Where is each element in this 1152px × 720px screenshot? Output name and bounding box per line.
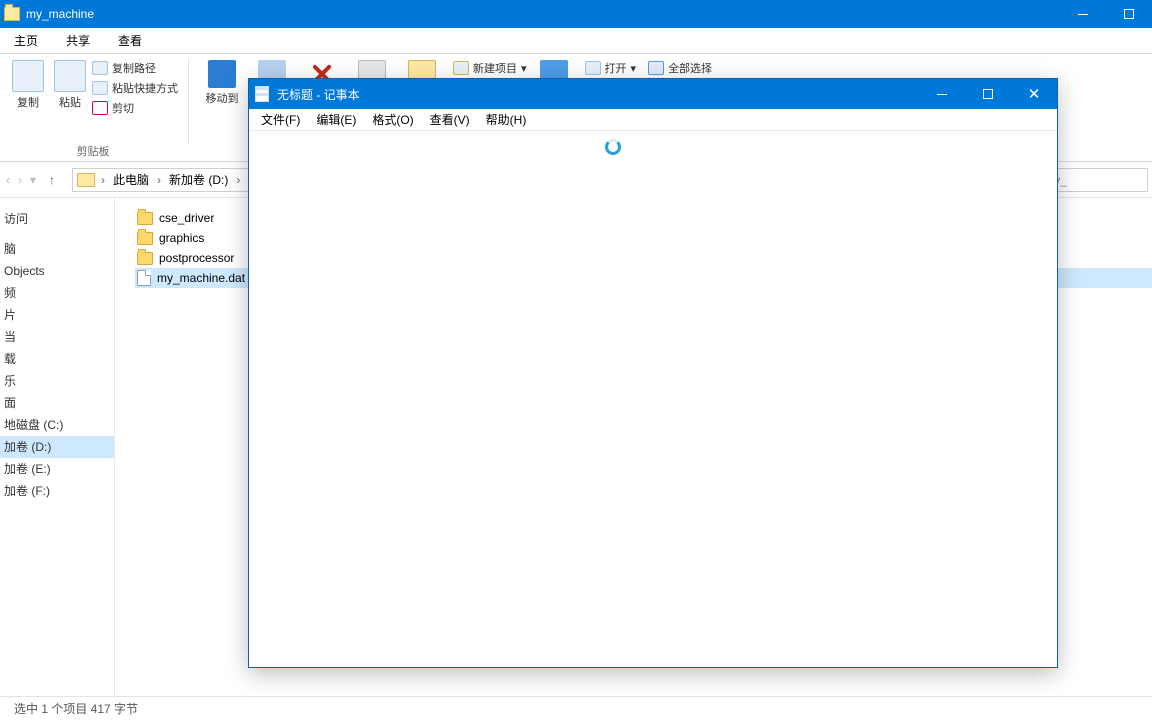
menu-view[interactable]: 查看(V) <box>422 109 478 130</box>
file-name-label: graphics <box>159 231 204 245</box>
explorer-titlebar[interactable]: my_machine <box>0 0 1152 28</box>
new-item-icon <box>453 61 469 75</box>
folder-icon <box>137 232 153 245</box>
ribbon-cut-button[interactable]: 剪切 <box>92 100 178 116</box>
sidebar-item[interactable]: 频 <box>0 282 114 304</box>
sidebar-item[interactable]: 加卷 (D:) <box>0 436 114 458</box>
status-text: 选中 1 个项目 417 字节 <box>14 700 138 717</box>
chevron-down-icon: ▾ <box>631 62 637 75</box>
nav-up-button[interactable]: ↑ <box>44 173 60 187</box>
notepad-titlebar[interactable]: 无标题 - 记事本 ✕ <box>249 79 1057 109</box>
explorer-statusbar: 选中 1 个项目 417 字节 <box>0 696 1152 720</box>
ribbon-select-all-button[interactable]: 全部选择 <box>648 60 712 76</box>
notepad-maximize-button[interactable] <box>965 79 1011 109</box>
notepad-menubar: 文件(F) 编辑(E) 格式(O) 查看(V) 帮助(H) <box>249 109 1057 131</box>
nav-recent-button[interactable]: ▾ <box>30 173 36 187</box>
explorer-minimize-button[interactable] <box>1060 0 1106 28</box>
paste-icon <box>54 60 86 92</box>
chevron-right-icon: › <box>155 173 163 187</box>
ribbon-tab-home[interactable]: 主页 <box>0 28 52 53</box>
sidebar-item[interactable]: 加卷 (E:) <box>0 458 114 480</box>
breadcrumb-segment[interactable]: 此电脑 <box>109 171 153 188</box>
ribbon-paste-button[interactable]: 粘贴 <box>50 58 90 116</box>
path-icon <box>92 61 108 75</box>
folder-icon <box>137 212 153 225</box>
sidebar-item[interactable]: 面 <box>0 392 114 414</box>
sidebar-item[interactable]: 地磁盘 (C:) <box>0 414 114 436</box>
explorer-window-buttons <box>1060 0 1152 28</box>
chevron-down-icon: ▾ <box>521 62 527 75</box>
explorer-maximize-button[interactable] <box>1106 0 1152 28</box>
ribbon-paste-shortcut-button[interactable]: 粘贴快捷方式 <box>92 80 178 96</box>
file-name-label: cse_driver <box>159 211 214 225</box>
folder-icon <box>137 252 153 265</box>
sidebar-item[interactable]: 加卷 (F:) <box>0 480 114 502</box>
ribbon-tab-view[interactable]: 查看 <box>104 28 156 53</box>
ribbon-open-button[interactable]: 打开 ▾ <box>585 60 637 76</box>
breadcrumb-segment[interactable]: 新加卷 (D:) <box>165 171 232 188</box>
sidebar-item[interactable]: 乐 <box>0 370 114 392</box>
explorer-sidebar[interactable]: 访问脑Objects频片当载乐面地磁盘 (C:)加卷 (D:)加卷 (E:)加卷… <box>0 198 115 696</box>
ribbon-tab-share[interactable]: 共享 <box>52 28 104 53</box>
explorer-title: my_machine <box>26 7 94 21</box>
nav-forward-button[interactable]: › <box>18 173 22 187</box>
notepad-window[interactable]: 无标题 - 记事本 ✕ 文件(F) 编辑(E) 格式(O) 查看(V) 帮助(H… <box>248 78 1058 668</box>
sidebar-item[interactable]: 脑 <box>0 238 114 260</box>
notepad-title: 无标题 - 记事本 <box>277 86 360 103</box>
shortcut-icon <box>92 81 108 95</box>
folder-icon <box>4 7 20 21</box>
explorer-ribbon-tabs: 主页 共享 查看 <box>0 28 1152 54</box>
sidebar-item[interactable]: 当 <box>0 326 114 348</box>
file-icon <box>137 270 151 286</box>
sidebar-item[interactable]: Objects <box>0 260 114 282</box>
sidebar-item[interactable]: 载 <box>0 348 114 370</box>
select-all-icon <box>648 61 664 75</box>
ribbon-new-item-button[interactable]: 新建项目 ▾ <box>453 60 527 76</box>
copy-icon <box>12 60 44 92</box>
ribbon-group-clipboard: 复制 粘贴 复制路径 粘贴快捷方式 剪切 剪贴板 <box>2 54 184 161</box>
ribbon-move-to-button[interactable]: 移动到 <box>199 58 245 106</box>
sidebar-item[interactable]: 访问 <box>0 208 114 230</box>
notepad-text-area[interactable] <box>249 131 1057 667</box>
notepad-close-button[interactable]: ✕ <box>1011 79 1057 109</box>
folder-icon <box>77 173 95 187</box>
sidebar-item[interactable]: 片 <box>0 304 114 326</box>
busy-cursor-icon <box>605 139 621 155</box>
ribbon-separator <box>188 58 189 143</box>
notepad-minimize-button[interactable] <box>919 79 965 109</box>
notepad-icon <box>255 86 269 102</box>
file-name-label: postprocessor <box>159 251 234 265</box>
menu-edit[interactable]: 编辑(E) <box>308 109 364 130</box>
ribbon-group-label: 剪贴板 <box>2 143 184 159</box>
scissors-icon <box>92 101 108 115</box>
nav-back-button[interactable]: ‹ <box>6 173 10 187</box>
file-name-label: my_machine.dat <box>157 271 245 285</box>
move-to-icon <box>208 60 236 88</box>
ribbon-copy-button[interactable]: 复制 <box>8 58 48 116</box>
chevron-right-icon: › <box>234 173 242 187</box>
ribbon-copy-path-button[interactable]: 复制路径 <box>92 60 178 76</box>
menu-file[interactable]: 文件(F) <box>253 109 308 130</box>
chevron-right-icon: › <box>99 173 107 187</box>
open-icon <box>585 61 601 75</box>
menu-help[interactable]: 帮助(H) <box>478 109 535 130</box>
menu-format[interactable]: 格式(O) <box>364 109 421 130</box>
